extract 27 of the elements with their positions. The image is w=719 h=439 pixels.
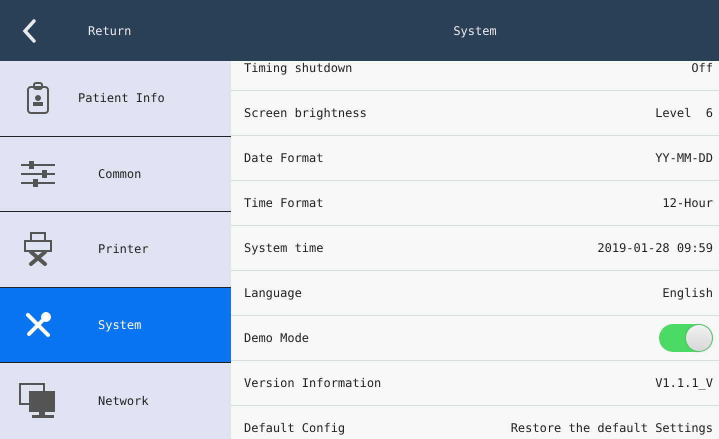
setting-value[interactable]: 12-Hour [662, 196, 713, 210]
toggle-switch[interactable] [659, 324, 713, 352]
setting-label: Timing shutdown [244, 61, 352, 75]
setting-value[interactable]: Level 6 [655, 106, 713, 120]
setting-label: Date Format [244, 151, 324, 165]
setting-label: Screen brightness [244, 106, 367, 120]
setting-label: System time [244, 241, 324, 255]
setting-value[interactable]: V1.1.1_V [655, 376, 713, 390]
page-title: System [452, 24, 498, 38]
setting-label: Version Information [244, 376, 382, 390]
tools-icon [24, 311, 52, 340]
setting-value[interactable]: YY-MM-DD [655, 151, 713, 165]
sliders-icon [21, 160, 55, 187]
return-label[interactable]: Return [88, 24, 132, 38]
setting-label: Demo Mode [244, 331, 310, 345]
setting-value[interactable]: Off [691, 61, 713, 75]
setting-value[interactable]: Restore the default Settings [510, 421, 713, 435]
printer-tools-icon [23, 232, 53, 266]
setting-label: Language [244, 286, 302, 300]
setting-label: Time Format [244, 196, 324, 210]
clipboard-icon [27, 82, 49, 114]
setting-value[interactable]: 2019-01-28 09:59 [597, 241, 713, 255]
back-button[interactable] [22, 18, 36, 42]
monitors-icon [19, 383, 57, 420]
sidebar-item[interactable]: System [0, 288, 231, 364]
setting-value[interactable]: English [662, 286, 713, 300]
setting-label: Default Config [244, 421, 346, 435]
